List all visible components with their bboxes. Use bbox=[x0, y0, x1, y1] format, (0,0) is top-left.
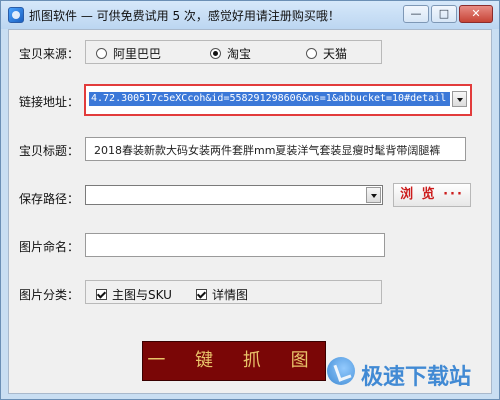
item-title-input[interactable]: 2018春装新款大码女装两件套胖mm夏装洋气套装显瘦时髦背带阔腿裤 bbox=[85, 137, 466, 161]
radio-button-selected-icon bbox=[210, 47, 221, 59]
radio-label: 淘宝 bbox=[227, 46, 252, 61]
save-path-combo[interactable] bbox=[85, 185, 383, 205]
window-title: 抓图软件 — 可供免费试用 5 次，感觉好用请注册购买哦！ bbox=[29, 9, 340, 23]
radio-taobao[interactable]: 淘宝 bbox=[210, 46, 252, 61]
checkbox-label: 详情图 bbox=[212, 288, 249, 302]
radio-label: 阿里巴巴 bbox=[113, 46, 162, 61]
radio-button-icon bbox=[306, 47, 317, 59]
jisuxiazai-logo-icon bbox=[327, 357, 355, 385]
item-title-value: 2018春装新款大码女装两件套胖mm夏装洋气套装显瘦时髦背带阔腿裤 bbox=[94, 144, 441, 157]
radio-alibaba[interactable]: 阿里巴巴 bbox=[96, 46, 162, 61]
radio-tmall[interactable]: 天猫 bbox=[306, 46, 348, 61]
maximize-button[interactable]: □ bbox=[431, 5, 457, 23]
client-area: 宝贝来源： 阿里巴巴 淘宝 天猫 链接地址： 4.72.300517c5eXCc… bbox=[8, 29, 492, 394]
chevron-down-icon[interactable] bbox=[366, 187, 381, 203]
checkbox-checked-icon bbox=[96, 289, 107, 300]
close-button[interactable]: ✕ bbox=[459, 5, 493, 23]
save-path-label: 保存路径： bbox=[19, 192, 80, 206]
watermark-text: 极速下载站 bbox=[361, 365, 472, 390]
source-radio-group: 阿里巴巴 淘宝 天猫 bbox=[85, 40, 382, 64]
checkbox-main-sku[interactable]: 主图与SKU bbox=[96, 286, 172, 303]
url-value: 4.72.300517c5eXCcoh&id=558291298606&ns=1… bbox=[89, 92, 450, 106]
image-category-label: 图片分类： bbox=[19, 288, 80, 302]
url-combo[interactable]: 4.72.300517c5eXCcoh&id=558291298606&ns=1… bbox=[88, 90, 468, 110]
radio-button-icon bbox=[96, 47, 107, 59]
url-label: 链接地址： bbox=[19, 95, 80, 109]
browse-button[interactable]: 浏 览 ··· bbox=[393, 183, 471, 207]
radio-label: 天猫 bbox=[323, 46, 348, 61]
image-category-group: 主图与SKU 详情图 bbox=[85, 280, 382, 304]
image-name-input[interactable] bbox=[85, 233, 385, 257]
app-icon bbox=[8, 7, 24, 23]
minimize-button[interactable]: — bbox=[403, 5, 429, 23]
source-label: 宝贝来源： bbox=[19, 47, 80, 61]
checkbox-label: 主图与SKU bbox=[112, 288, 172, 302]
url-highlight-box: 4.72.300517c5eXCcoh&id=558291298606&ns=1… bbox=[84, 84, 472, 116]
app-window: 抓图软件 — 可供免费试用 5 次，感觉好用请注册购买哦！ — □ ✕ 宝贝来源… bbox=[0, 0, 500, 400]
capture-button[interactable]: 一 键 抓 图 bbox=[142, 341, 326, 381]
image-name-label: 图片命名： bbox=[19, 240, 80, 254]
checkbox-detail[interactable]: 详情图 bbox=[196, 286, 248, 303]
checkbox-checked-icon bbox=[196, 289, 207, 300]
title-bar[interactable]: 抓图软件 — 可供免费试用 5 次，感觉好用请注册购买哦！ — □ ✕ bbox=[1, 1, 499, 29]
item-title-label: 宝贝标题： bbox=[19, 144, 80, 158]
chevron-down-icon[interactable] bbox=[452, 91, 467, 107]
watermark: 极速下载站 bbox=[321, 353, 491, 390]
